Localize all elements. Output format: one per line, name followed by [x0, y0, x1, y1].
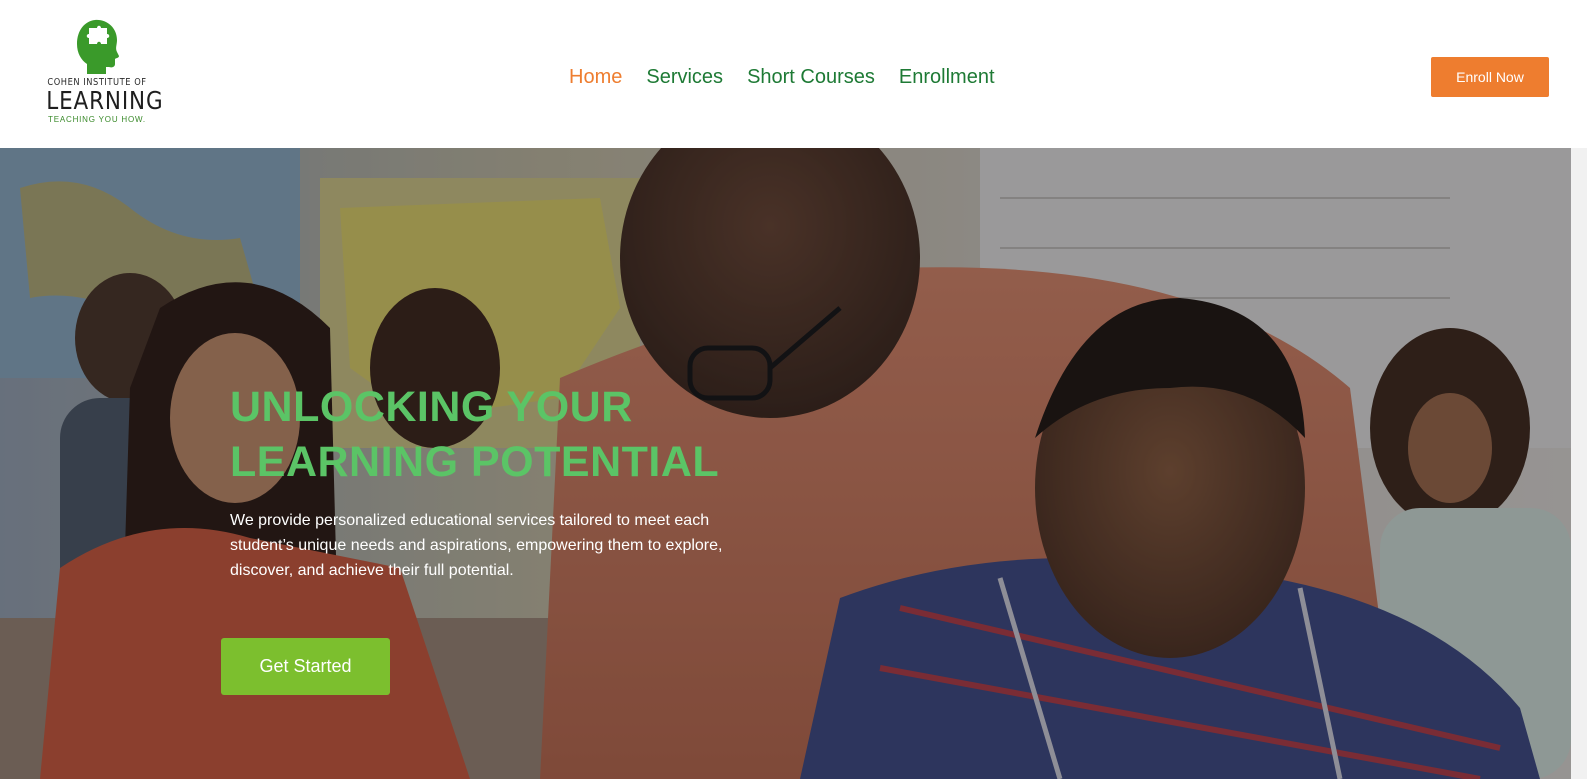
page-scrollbar[interactable] — [1571, 148, 1587, 779]
logo-tagline: TEACHING YOU HOW. — [48, 115, 146, 124]
hero-title-line1: UNLOCKING YOUR — [230, 383, 633, 431]
enroll-now-button[interactable]: Enroll Now — [1431, 57, 1549, 97]
nav-item-services[interactable]: Services — [646, 66, 723, 89]
site-header: COHEN INSTITUTE OF LEARNING TEACHING YOU… — [0, 0, 1587, 148]
site-logo[interactable]: COHEN INSTITUTE OF LEARNING TEACHING YOU… — [38, 18, 164, 134]
hero-description: We provide personalized educational serv… — [230, 512, 723, 579]
head-puzzle-icon — [77, 19, 119, 74]
hero-title-line2: LEARNING POTENTIAL — [230, 438, 720, 486]
main-nav: Home Services Short Courses Enrollment — [569, 64, 995, 90]
nav-item-enrollment[interactable]: Enrollment — [899, 66, 995, 89]
nav-item-home[interactable]: Home — [569, 66, 622, 89]
hero-title: UNLOCKING YOUR LEARNING POTENTIAL — [230, 380, 790, 490]
nav-item-short-courses[interactable]: Short Courses — [747, 66, 875, 89]
get-started-button[interactable]: Get Started — [221, 638, 390, 695]
logo-text-line2: LEARNING — [46, 86, 164, 115]
